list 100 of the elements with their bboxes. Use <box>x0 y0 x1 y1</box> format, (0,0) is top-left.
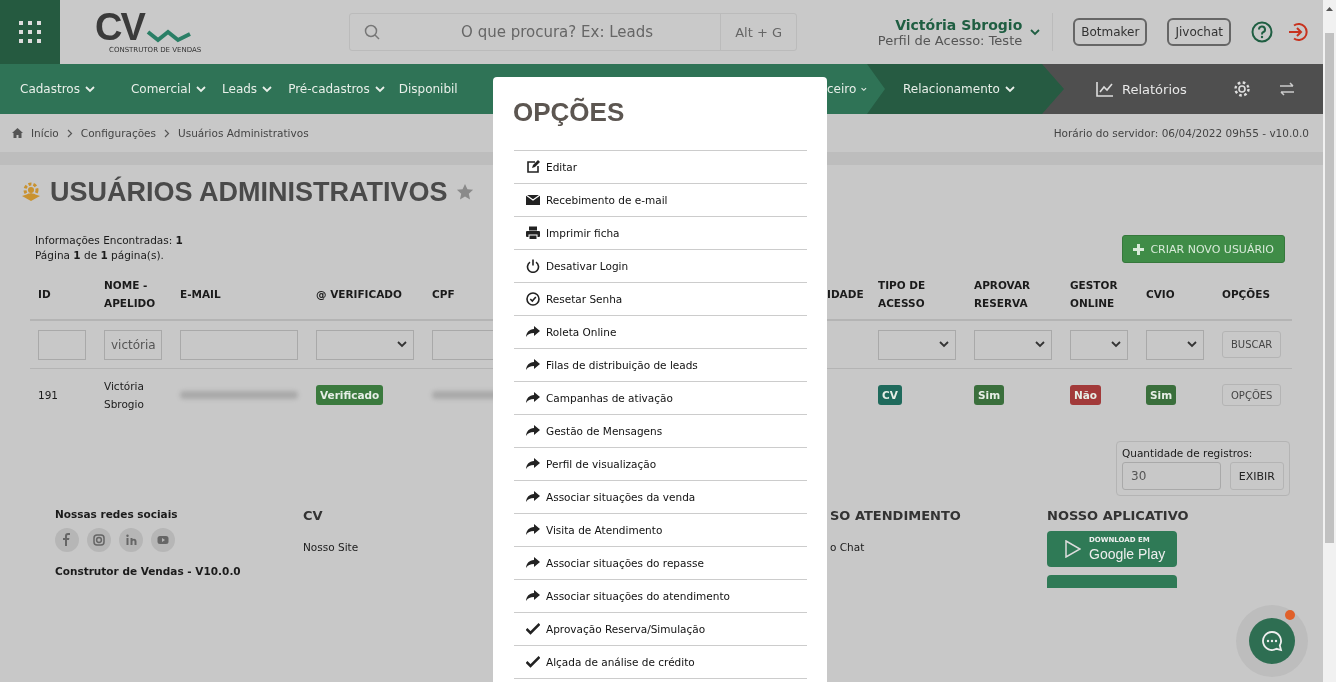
dropdown-caret-icon <box>1187 341 1197 348</box>
facebook-icon[interactable] <box>55 528 79 552</box>
menu-item[interactable]: Desativar Login <box>514 250 807 283</box>
search-button[interactable]: BUSCAR <box>1222 331 1282 358</box>
power-icon <box>526 259 540 273</box>
chat-bubble-icon <box>1261 630 1283 652</box>
chat-service-button[interactable]: Jivochat <box>1167 18 1231 46</box>
column-header: ID <box>38 287 52 302</box>
share-arrow-icon <box>526 523 540 537</box>
social-title: Nossas redes sociais <box>55 508 179 520</box>
chat-service-button[interactable]: Botmaker <box>1073 18 1148 46</box>
nav-menu-item[interactable]: Relacionamento <box>867 64 1064 114</box>
menu-item[interactable]: Campanhas de ativação <box>514 382 807 415</box>
breadcrumb-chevron-icon <box>66 128 73 138</box>
share-arrow-icon <box>526 490 540 504</box>
menu-item[interactable]: Associar situações da venda <box>514 481 807 514</box>
menu-item[interactable]: Filas de distribuição de leads <box>514 349 807 382</box>
status-tag: Verificado <box>316 385 384 405</box>
column-header: CVIO <box>1146 287 1176 302</box>
gear-box-icon <box>20 181 42 203</box>
breadcrumb-link[interactable]: Configurações <box>80 127 157 139</box>
footer-heading: SO ATENDIMENTO <box>830 508 962 523</box>
status-tag: Não <box>1070 385 1102 405</box>
menu-item[interactable]: Visita de Atendimento <box>514 514 807 547</box>
breadcrumb-link[interactable]: Usuários Administrativos <box>178 127 309 139</box>
menu-item[interactable]: Aprovação Reserva/Simulação <box>514 613 807 646</box>
nav-menu-item[interactable]: ceiro <box>827 64 867 114</box>
nav-menu-item[interactable]: Leads <box>222 64 273 114</box>
logout-icon[interactable] <box>1287 21 1309 43</box>
show-button[interactable]: EXIBIR <box>1229 462 1284 490</box>
nav-menu-item[interactable]: Comercial <box>130 64 207 114</box>
column-header: CPF <box>432 287 456 302</box>
menu-item[interactable]: Associar situações do repasse <box>514 547 807 580</box>
logo-wave-icon <box>145 28 192 44</box>
menu-item[interactable]: Alçada de análise de crédito <box>514 646 807 679</box>
menu-item[interactable]: Recebimento de e-mail <box>514 184 807 217</box>
user-name[interactable]: Victória Sbrogio <box>895 16 1023 33</box>
column-header: IDADE <box>826 287 864 302</box>
breadcrumb-chevron-icon <box>164 128 171 138</box>
caret-icon <box>1004 85 1015 93</box>
logo-text: CV <box>95 10 144 44</box>
footer-link[interactable]: o Chat <box>830 541 1047 553</box>
checkmark-icon <box>526 622 540 636</box>
share-arrow-icon <box>526 424 540 438</box>
share-arrow-icon <box>526 589 540 603</box>
edit-icon <box>526 160 540 174</box>
caret-icon <box>262 85 273 93</box>
user-profile: Perfil de Acesso: Teste <box>877 32 1023 48</box>
user-menu-caret-icon <box>1030 28 1041 36</box>
dropdown-caret-icon <box>1111 341 1121 348</box>
column-header: NOME - APELIDO <box>104 278 157 311</box>
video-play-icon[interactable] <box>151 528 175 552</box>
records-input-field[interactable]: 30 <box>1122 462 1221 490</box>
line-chart-icon <box>1096 81 1114 97</box>
menu-item[interactable]: Roleta Online <box>514 316 807 349</box>
menu-item[interactable]: Resetar Senha <box>514 283 807 316</box>
checkmark-icon <box>526 655 540 669</box>
menu-item[interactable]: Perfil de visualização <box>514 448 807 481</box>
apps-menu-button[interactable] <box>0 0 60 64</box>
caret-icon <box>84 85 95 93</box>
results-info: Informações Encontradas: 1 <box>35 233 183 248</box>
options-button[interactable]: OPÇÕES <box>1222 384 1282 406</box>
column-header: APROVAR RESERVA <box>974 278 1032 311</box>
swap-arrows-icon[interactable] <box>1279 82 1295 96</box>
column-header: OPÇÕES <box>1222 287 1271 302</box>
filter-input-field[interactable] <box>38 329 86 360</box>
menu-item[interactable]: Gestão de Mensagens <box>514 415 807 448</box>
home-icon <box>12 128 23 138</box>
search-input[interactable]: O que procura? Ex: Leads <box>394 22 721 42</box>
plus-icon <box>1133 243 1145 255</box>
filter-input-field[interactable] <box>180 329 298 360</box>
nav-menu-item[interactable]: Disponibil <box>398 64 458 114</box>
search-icon <box>364 24 380 40</box>
caret-icon <box>196 85 207 93</box>
shortcut-hint: Alt + G <box>720 14 796 50</box>
breadcrumb-link[interactable]: Início <box>31 127 59 139</box>
page-title: USUÁRIOS ADMINISTRATIVOS <box>50 176 448 208</box>
help-icon[interactable] <box>1251 21 1273 43</box>
reports-link[interactable]: Relatórios <box>1090 80 1193 98</box>
share-arrow-icon <box>526 457 540 471</box>
column-header: E-MAIL <box>180 287 222 302</box>
table-cell-text: 191 <box>38 388 60 403</box>
check-circle-icon <box>526 292 540 306</box>
share-arrow-icon <box>526 325 540 339</box>
filter-input-field[interactable]: victória <box>104 329 162 360</box>
server-time: Horário do servidor: 06/04/2022 09h55 - v10.0.0 <box>1053 127 1309 139</box>
instagram-icon[interactable] <box>87 528 111 552</box>
dropdown-caret-icon <box>397 341 407 348</box>
nav-menu-item[interactable]: Pré-cadastros <box>288 64 385 114</box>
menu-item[interactable]: Associar situações do atendimento <box>514 580 807 613</box>
menu-item[interactable]: Editar <box>514 151 807 184</box>
star-icon[interactable] <box>455 183 474 201</box>
share-arrow-icon <box>526 391 540 405</box>
linkedin-icon[interactable] <box>119 528 143 552</box>
settings-icon[interactable] <box>1233 80 1251 98</box>
menu-item[interactable]: Imprimir ficha <box>514 217 807 250</box>
nav-menu-item[interactable]: Cadastros <box>20 64 95 114</box>
column-header: @ VERIFICADO <box>316 287 403 302</box>
grid-icon <box>18 20 42 44</box>
share-arrow-icon <box>526 556 540 570</box>
